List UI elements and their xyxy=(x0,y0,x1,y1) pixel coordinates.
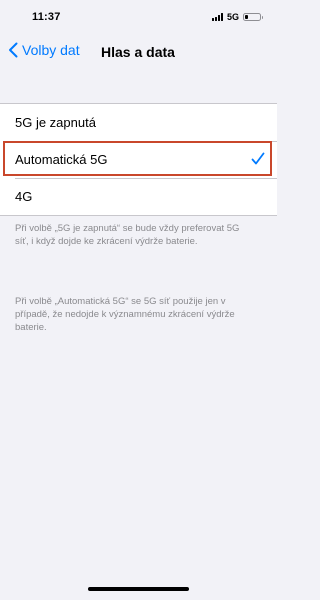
cellular-signal-icon xyxy=(211,13,223,21)
back-button-label: Volby dat xyxy=(22,42,80,58)
footnote-5g-on: Při volbě „5G je zapnutá“ se bude vždy p… xyxy=(15,223,240,247)
page-title: Hlas a data xyxy=(101,44,175,60)
option-label: 4G xyxy=(15,189,33,204)
back-button[interactable]: Volby dat xyxy=(8,42,80,58)
option-label: Automatická 5G xyxy=(15,152,108,167)
navigation-bar: Volby dat Hlas a data xyxy=(0,38,277,68)
status-time: 11:37 xyxy=(32,11,61,23)
checkmark-icon xyxy=(251,152,265,165)
footnote-auto-5g: Při volbě „Automatická 5G“ se 5G síť pou… xyxy=(15,296,235,333)
status-indicators: 5G xyxy=(211,12,263,22)
option-4g[interactable]: 4G xyxy=(0,178,277,215)
voice-data-options-list: 5G je zapnutá Automatická 5G 4G xyxy=(0,103,277,216)
status-bar: 11:37 5G xyxy=(0,0,277,32)
option-label: 5G je zapnutá xyxy=(15,115,96,130)
option-5g-on[interactable]: 5G je zapnutá xyxy=(0,104,277,141)
battery-icon xyxy=(243,13,263,21)
home-indicator[interactable] xyxy=(88,587,189,591)
network-type: 5G xyxy=(226,12,239,22)
chevron-left-icon xyxy=(9,42,18,58)
option-auto-5g[interactable]: Automatická 5G xyxy=(0,141,277,178)
battery-level xyxy=(245,15,248,19)
